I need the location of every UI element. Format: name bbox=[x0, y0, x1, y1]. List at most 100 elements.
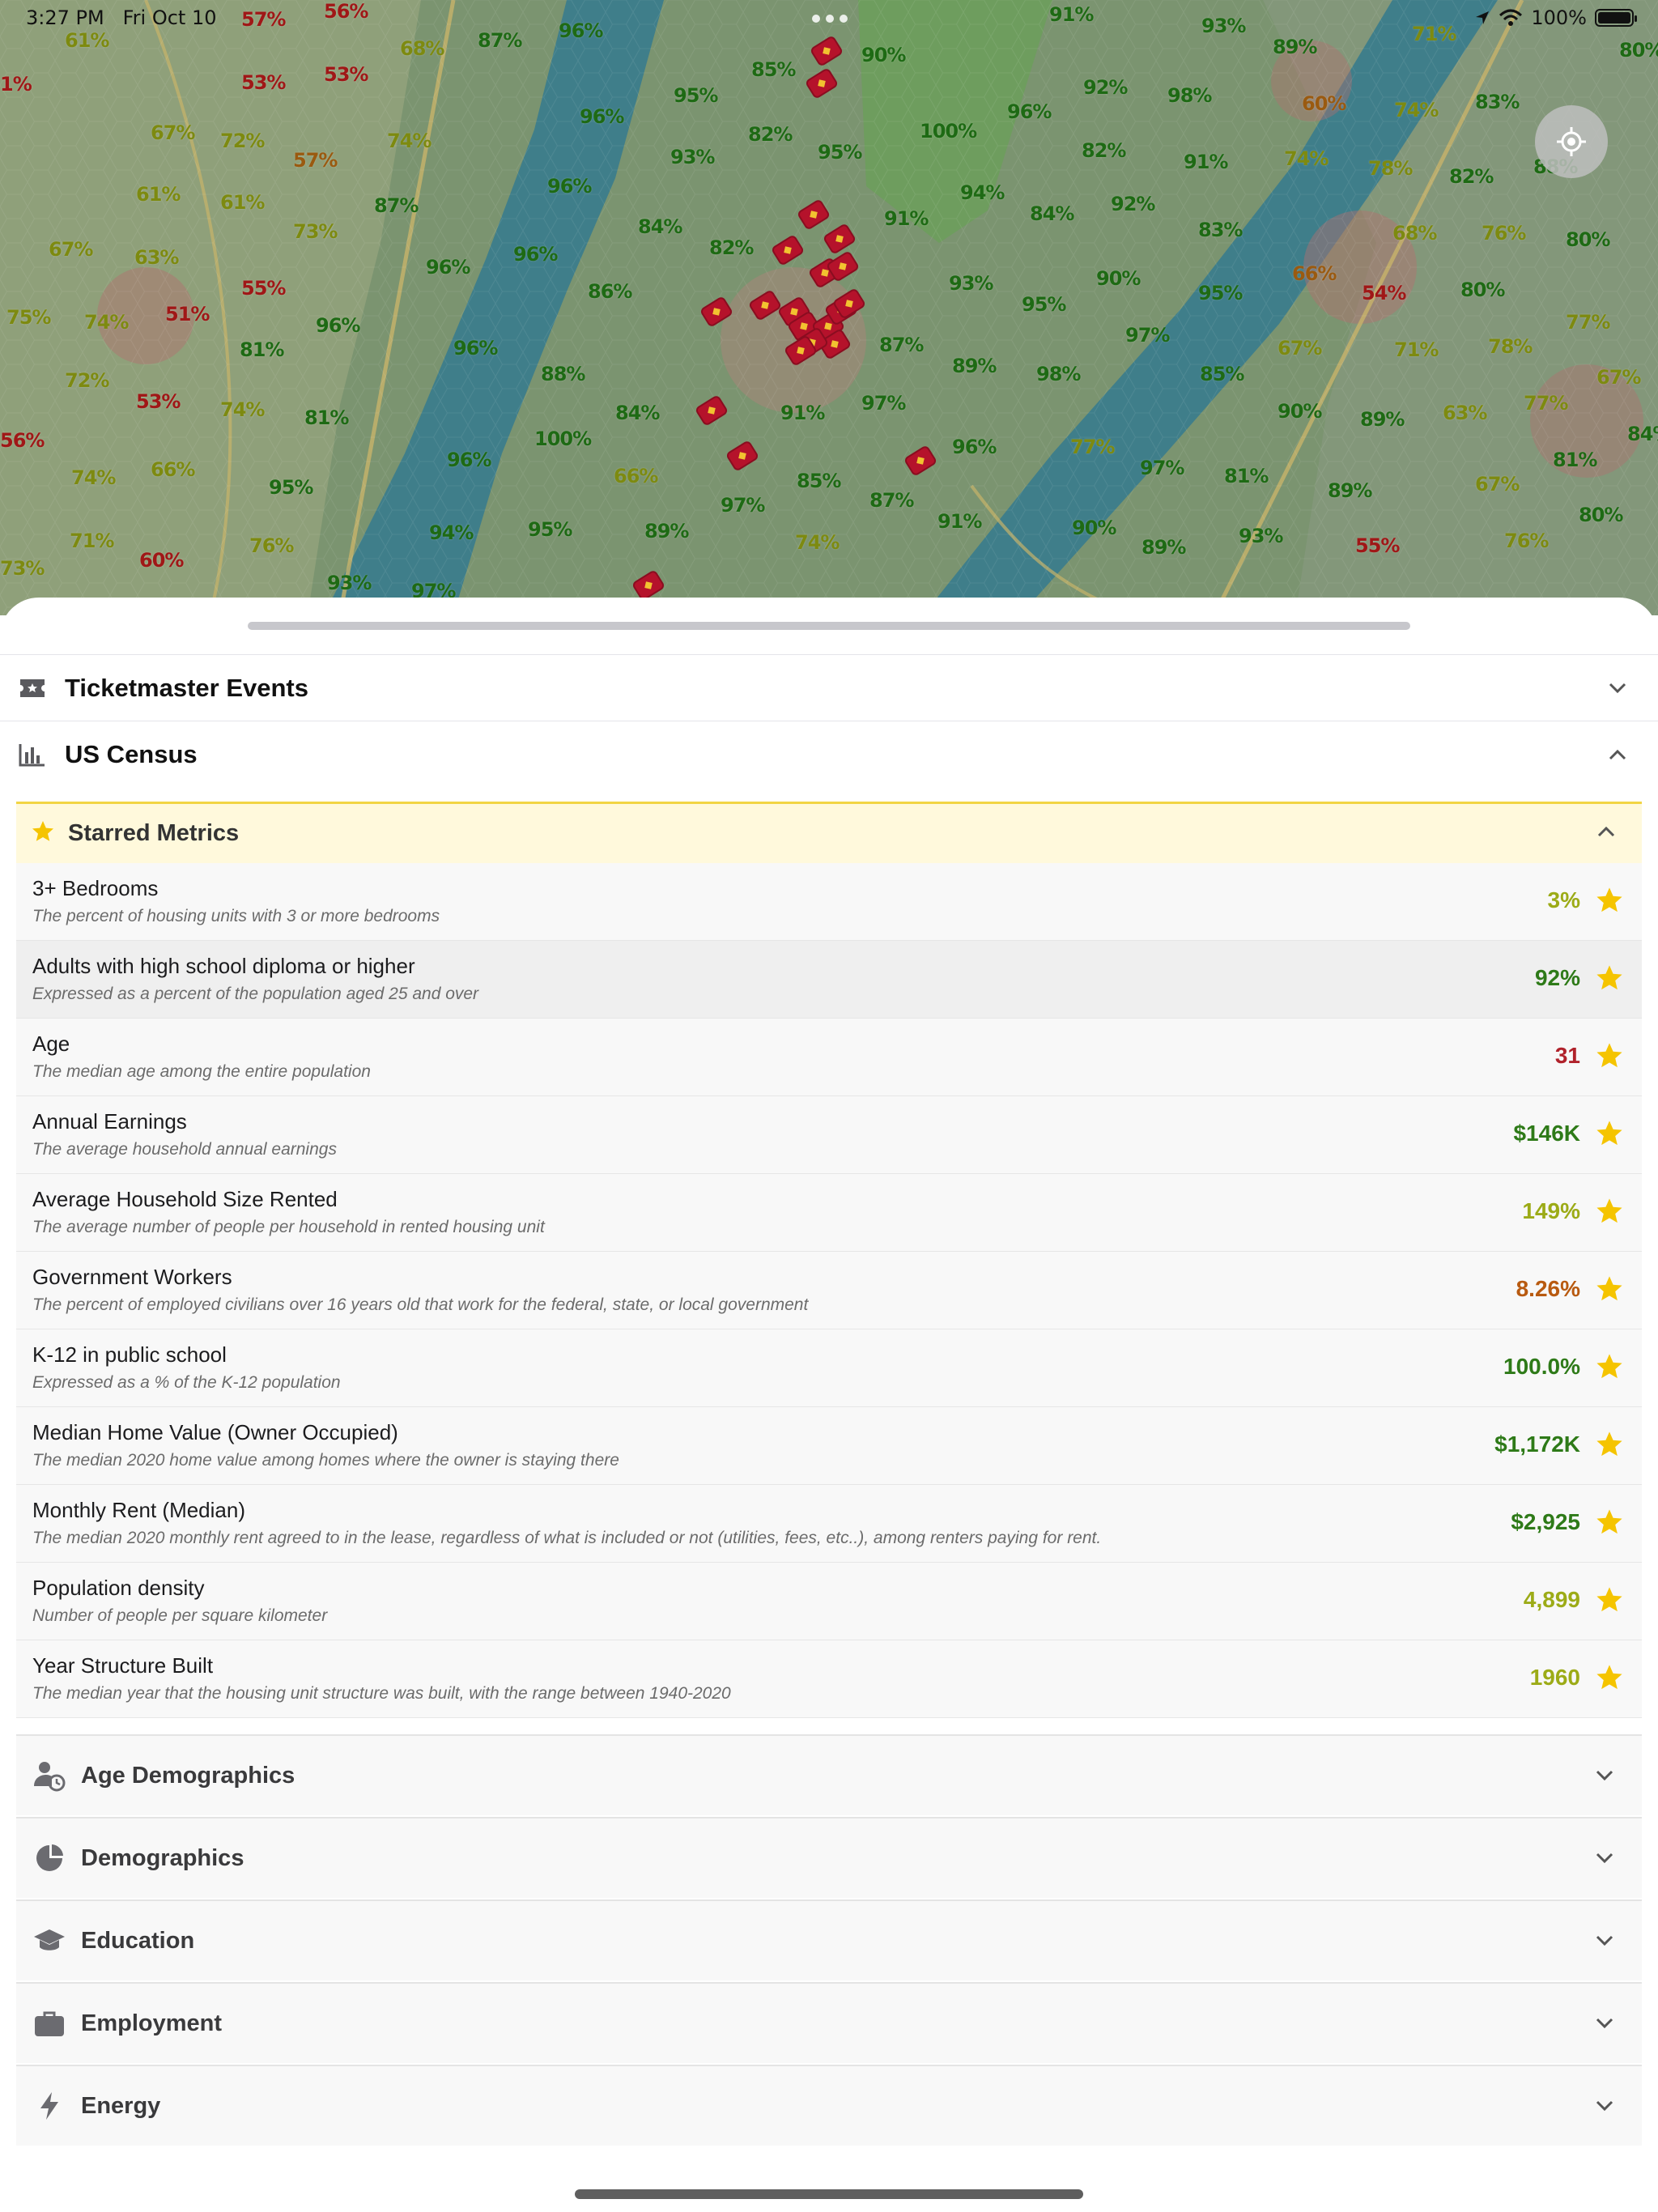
metric-row[interactable]: Median Home Value (Owner Occupied) The me… bbox=[16, 1407, 1642, 1485]
metric-row[interactable]: K-12 in public school Expressed as a % of… bbox=[16, 1329, 1642, 1407]
metric-value: 3% bbox=[1547, 887, 1580, 912]
star-toggle-icon[interactable] bbox=[1595, 886, 1624, 915]
map-percent-label: 66% bbox=[1292, 262, 1337, 285]
map-percent-label: 81% bbox=[1553, 449, 1597, 471]
map-percent-label: 97% bbox=[1125, 324, 1170, 347]
map-percent-label: 94% bbox=[960, 181, 1005, 204]
map-percent-label: 88% bbox=[541, 363, 585, 385]
map-percent-label: 80% bbox=[1619, 39, 1658, 62]
map-percent-label: 57% bbox=[293, 149, 338, 172]
sheet-grabber[interactable] bbox=[248, 622, 1410, 630]
star-toggle-icon[interactable] bbox=[1595, 1352, 1624, 1381]
metric-row[interactable]: Monthly Rent (Median) The median 2020 mon… bbox=[16, 1485, 1642, 1563]
star-toggle-icon[interactable] bbox=[1595, 1119, 1624, 1148]
metric-row[interactable]: Adults with high school diploma or highe… bbox=[16, 941, 1642, 1019]
group-age-demographics[interactable]: Age Demographics bbox=[16, 1734, 1642, 1815]
metric-description: The median age among the entire populati… bbox=[32, 1062, 371, 1081]
metric-row[interactable]: Government Workers The percent of employe… bbox=[16, 1252, 1642, 1329]
metric-row[interactable]: Year Structure Built The median year that… bbox=[16, 1640, 1642, 1718]
star-toggle-icon[interactable] bbox=[1595, 1585, 1624, 1614]
metric-description: The percent of employed civilians over 1… bbox=[32, 1295, 809, 1314]
metric-row[interactable]: 3+ Bedrooms The percent of housing units … bbox=[16, 863, 1642, 941]
group-employment[interactable]: Employment bbox=[16, 1982, 1642, 2063]
bar-chart-icon bbox=[18, 740, 47, 769]
group-education[interactable]: Education bbox=[16, 1899, 1642, 1980]
map-percent-label: 76% bbox=[1504, 530, 1549, 552]
metric-row[interactable]: Population density Number of people per s… bbox=[16, 1563, 1642, 1640]
metric-description: The median 2020 home value among homes w… bbox=[32, 1451, 619, 1470]
section-ticketmaster-events[interactable]: Ticketmaster Events bbox=[0, 654, 1658, 721]
map-percent-label: 63% bbox=[1443, 402, 1487, 424]
metric-name: Median Home Value (Owner Occupied) bbox=[32, 1420, 398, 1444]
metric-row[interactable]: Age The median age among the entire popul… bbox=[16, 1019, 1642, 1096]
starred-metrics-header[interactable]: Starred Metrics bbox=[16, 802, 1642, 863]
map-percent-label: 54% bbox=[1362, 282, 1406, 304]
metric-row[interactable]: Average Household Size Rented The average… bbox=[16, 1174, 1642, 1252]
map-percent-label: 80% bbox=[1460, 279, 1505, 301]
group-demographics[interactable]: Demographics bbox=[16, 1817, 1642, 1898]
section-title: Ticketmaster Events bbox=[65, 673, 308, 702]
map-percent-label: 81% bbox=[1224, 465, 1269, 487]
map-percent-label: 74% bbox=[1284, 147, 1329, 170]
metric-row[interactable]: Annual Earnings The average household ann… bbox=[16, 1096, 1642, 1174]
locate-me-button[interactable] bbox=[1535, 105, 1608, 178]
section-us-census[interactable]: US Census bbox=[0, 721, 1658, 787]
metric-value: 149% bbox=[1522, 1198, 1580, 1223]
map-percent-label: 55% bbox=[1355, 534, 1400, 557]
multitask-dots[interactable] bbox=[812, 15, 848, 23]
map-percent-label: 82% bbox=[1449, 165, 1494, 188]
star-toggle-icon[interactable] bbox=[1595, 963, 1624, 993]
star-toggle-icon[interactable] bbox=[1595, 1508, 1624, 1537]
group-energy[interactable]: Energy bbox=[16, 2065, 1642, 2146]
pie-chart-icon bbox=[32, 1841, 66, 1875]
map-percent-label: 68% bbox=[400, 37, 444, 60]
map-percent-label: 72% bbox=[65, 369, 109, 392]
map-percent-label: 95% bbox=[528, 518, 572, 541]
ticket-icon bbox=[18, 674, 47, 703]
map-percent-label: 60% bbox=[139, 549, 184, 572]
map-percent-label: 95% bbox=[818, 141, 862, 164]
map-percent-label: 96% bbox=[580, 105, 624, 128]
chevron-up-icon[interactable] bbox=[1606, 743, 1629, 766]
map-percent-label: 87% bbox=[879, 334, 924, 356]
chevron-down-icon[interactable] bbox=[1593, 2012, 1616, 2035]
map-percent-label: 96% bbox=[547, 175, 592, 198]
star-toggle-icon[interactable] bbox=[1595, 1197, 1624, 1226]
map-percent-label: 85% bbox=[797, 470, 841, 492]
map-percent-label: 82% bbox=[1082, 139, 1126, 162]
chevron-down-icon[interactable] bbox=[1593, 1929, 1616, 1952]
map-percent-label: 85% bbox=[1200, 363, 1244, 385]
bottom-sheet: Ticketmaster Events US Census Starred Me… bbox=[0, 598, 1658, 2212]
chevron-down-icon[interactable] bbox=[1593, 1764, 1616, 1787]
map-percent-label: 96% bbox=[316, 314, 360, 337]
status-indicators: 100% bbox=[1474, 6, 1637, 29]
star-toggle-icon[interactable] bbox=[1595, 1274, 1624, 1304]
star-toggle-icon[interactable] bbox=[1595, 1663, 1624, 1692]
star-toggle-icon[interactable] bbox=[1595, 1041, 1624, 1070]
chevron-down-icon[interactable] bbox=[1606, 677, 1629, 700]
metric-name: Annual Earnings bbox=[32, 1109, 187, 1134]
map-view[interactable]: 61% 57% 56% 68% 87% 96% 90% 85% 91% 93% 89% 71% 53% 5… bbox=[0, 0, 1658, 615]
star-toggle-icon[interactable] bbox=[1595, 1430, 1624, 1459]
map-percent-label: 81% bbox=[304, 406, 349, 429]
map-percent-label: 89% bbox=[644, 520, 689, 542]
chevron-up-icon[interactable] bbox=[1596, 825, 1616, 842]
map-percent-label: 89% bbox=[1360, 408, 1405, 431]
metric-value: 92% bbox=[1534, 965, 1580, 990]
map-percent-label: 67% bbox=[1475, 473, 1520, 496]
starred-metrics-title: Starred Metrics bbox=[68, 820, 240, 846]
map-percent-label: 61% bbox=[220, 191, 265, 214]
map-percent-label: 83% bbox=[1475, 91, 1520, 113]
group-title: Employment bbox=[81, 2010, 223, 2036]
group-title: Age Demographics bbox=[81, 1762, 295, 1789]
chevron-down-icon[interactable] bbox=[1593, 1847, 1616, 1870]
map-percent-label: 95% bbox=[269, 476, 313, 499]
chevron-down-icon[interactable] bbox=[1593, 2095, 1616, 2117]
map-percent-label: 75% bbox=[6, 306, 51, 329]
home-indicator[interactable] bbox=[575, 2189, 1083, 2199]
map-percent-label: 84% bbox=[638, 215, 682, 238]
metric-name: 3+ Bedrooms bbox=[32, 876, 159, 900]
metric-description: Expressed as a % of the K-12 population bbox=[32, 1373, 341, 1392]
map-percent-label: 63% bbox=[134, 246, 179, 269]
metric-description: Number of people per square kilometer bbox=[32, 1606, 328, 1625]
